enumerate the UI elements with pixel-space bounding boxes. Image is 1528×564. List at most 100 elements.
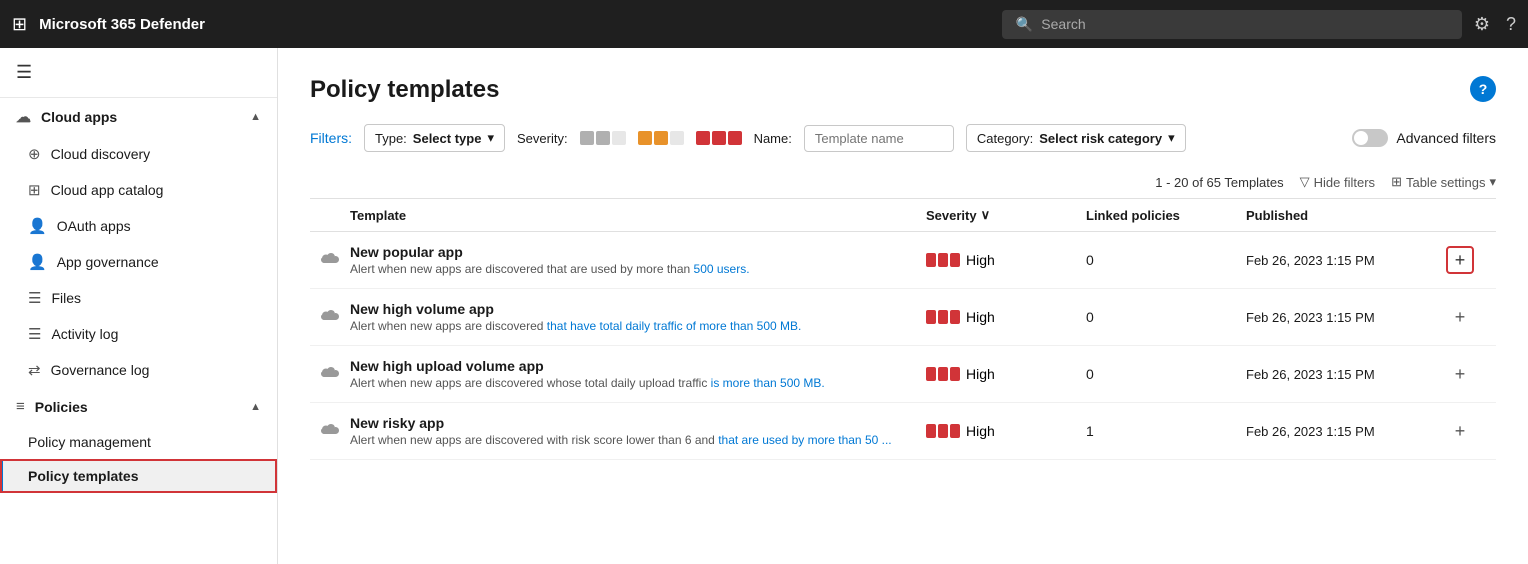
activity-log-icon: ☰ bbox=[28, 325, 41, 343]
sidebar-policies-header[interactable]: ≡ Policies ▲ bbox=[0, 388, 277, 425]
sidebar-item-cloud-discovery[interactable]: ⊕ Cloud discovery bbox=[0, 136, 277, 172]
severity-label: High bbox=[966, 423, 995, 439]
table-count: 1 - 20 of 65 Templates bbox=[1155, 175, 1283, 190]
chevron-down-table: ▾ bbox=[1489, 174, 1496, 190]
sidebar-item-policy-templates[interactable]: Policy templates bbox=[0, 459, 277, 493]
severity-filter-label: Severity: bbox=[517, 131, 568, 146]
row-content: New risky app Alert when new apps are di… bbox=[350, 415, 926, 447]
files-icon: ☰ bbox=[28, 289, 41, 307]
type-filter-value: Select type bbox=[413, 131, 482, 146]
sidebar-cloud-apps-header[interactable]: ☁ Cloud apps ▲ bbox=[0, 98, 277, 136]
published-cell: Feb 26, 2023 1:15 PM bbox=[1246, 424, 1446, 439]
search-input[interactable] bbox=[1041, 16, 1448, 32]
table-controls: 1 - 20 of 65 Templates ▽ Hide filters ⊞ … bbox=[310, 164, 1496, 199]
table-row: New risky app Alert when new apps are di… bbox=[310, 403, 1496, 460]
sev-bar-3 bbox=[950, 424, 960, 438]
hide-filters-label: Hide filters bbox=[1314, 175, 1375, 190]
severity-label: High bbox=[966, 309, 995, 325]
severity-dot-8 bbox=[712, 131, 726, 145]
sidebar-item-activity-log[interactable]: ☰ Activity log bbox=[0, 316, 277, 352]
sidebar-item-label: Policy templates bbox=[28, 468, 139, 484]
type-filter-label: Type: bbox=[375, 131, 407, 146]
col-published-header: Published bbox=[1246, 207, 1446, 223]
sidebar-policies-label: Policies bbox=[35, 399, 88, 415]
sidebar-item-label: Activity log bbox=[51, 326, 118, 342]
name-filter-label: Name: bbox=[754, 131, 792, 146]
row-icon bbox=[310, 251, 350, 269]
sidebar-item-label: OAuth apps bbox=[57, 218, 131, 234]
severity-cell: High bbox=[926, 252, 1086, 268]
severity-icon bbox=[926, 424, 960, 438]
category-filter-value: Select risk category bbox=[1039, 131, 1162, 146]
page-title: Policy templates bbox=[310, 76, 1496, 104]
col-published-label: Published bbox=[1246, 208, 1308, 223]
sidebar-item-app-governance[interactable]: 👤 App governance bbox=[0, 244, 277, 280]
sev-bar-2 bbox=[938, 310, 948, 324]
add-template-btn[interactable]: + bbox=[1446, 417, 1474, 445]
severity-icon bbox=[926, 310, 960, 324]
row-desc-link[interactable]: that are used by more than 50 ... bbox=[718, 433, 891, 447]
hide-filters-btn[interactable]: ▽ Hide filters bbox=[1300, 174, 1375, 190]
row-content: New popular app Alert when new apps are … bbox=[350, 244, 926, 276]
severity-dot-5 bbox=[654, 131, 668, 145]
sidebar-item-oauth-apps[interactable]: 👤 OAuth apps bbox=[0, 208, 277, 244]
linked-policies-cell: 0 bbox=[1086, 252, 1246, 268]
severity-dots-high[interactable] bbox=[696, 131, 742, 145]
col-severity-header[interactable]: Severity ∨ bbox=[926, 207, 1086, 223]
chevron-down-category: ▾ bbox=[1168, 130, 1175, 146]
grid-icon[interactable]: ⊞ bbox=[12, 14, 27, 35]
sidebar-item-label: Policy management bbox=[28, 434, 151, 450]
sev-bar-1 bbox=[926, 424, 936, 438]
col-template-label: Template bbox=[350, 208, 406, 223]
sidebar-menu-btn[interactable]: ☰ bbox=[0, 48, 277, 98]
search-bar[interactable]: 🔍 bbox=[1002, 10, 1462, 39]
severity-icon bbox=[926, 253, 960, 267]
cloud-apps-icon: ☁ bbox=[16, 108, 31, 126]
table-settings-btn[interactable]: ⊞ Table settings ▾ bbox=[1391, 174, 1496, 190]
sev-bar-1 bbox=[926, 253, 936, 267]
chevron-up-icon-2: ▲ bbox=[250, 401, 261, 413]
row-desc-link[interactable]: 500 users. bbox=[694, 262, 750, 276]
severity-dots-medium[interactable] bbox=[638, 131, 684, 145]
add-template-btn[interactable]: + bbox=[1446, 246, 1474, 274]
main-content: Policy templates ? Filters: Type: Select… bbox=[278, 48, 1528, 564]
category-filter-btn[interactable]: Category: Select risk category ▾ bbox=[966, 124, 1186, 152]
sidebar-cloud-apps-label: Cloud apps bbox=[41, 109, 117, 125]
sev-bar-3 bbox=[950, 253, 960, 267]
table-row: New popular app Alert when new apps are … bbox=[310, 232, 1496, 289]
type-filter-btn[interactable]: Type: Select type ▾ bbox=[364, 124, 505, 152]
row-desc-link[interactable]: is more than 500 MB. bbox=[711, 376, 825, 390]
sidebar-item-label: Cloud app catalog bbox=[51, 182, 164, 198]
table-settings-icon: ⊞ bbox=[1391, 174, 1402, 190]
row-name: New high upload volume app bbox=[350, 358, 926, 374]
cloud-app-catalog-icon: ⊞ bbox=[28, 181, 41, 199]
row-name: New risky app bbox=[350, 415, 926, 431]
sidebar-item-label: Governance log bbox=[51, 362, 150, 378]
row-desc: Alert when new apps are discovered that … bbox=[350, 262, 926, 276]
sev-bar-1 bbox=[926, 367, 936, 381]
severity-dots-low[interactable] bbox=[580, 131, 626, 145]
linked-policies-cell: 0 bbox=[1086, 309, 1246, 325]
row-desc: Alert when new apps are discovered whose… bbox=[350, 376, 926, 390]
row-desc: Alert when new apps are discovered that … bbox=[350, 319, 926, 333]
sidebar-item-cloud-app-catalog[interactable]: ⊞ Cloud app catalog bbox=[0, 172, 277, 208]
add-template-btn[interactable]: + bbox=[1446, 360, 1474, 388]
add-template-btn[interactable]: + bbox=[1446, 303, 1474, 331]
sidebar-item-governance-log[interactable]: ⇄ Governance log bbox=[0, 352, 277, 388]
sidebar-item-policy-management[interactable]: Policy management bbox=[0, 425, 277, 459]
settings-icon[interactable]: ⚙ bbox=[1474, 14, 1490, 35]
filter-icon: ▽ bbox=[1300, 174, 1310, 190]
table-row: New high volume app Alert when new apps … bbox=[310, 289, 1496, 346]
help-icon[interactable]: ? bbox=[1506, 14, 1516, 35]
table-settings-label: Table settings bbox=[1406, 175, 1486, 190]
name-filter-input[interactable] bbox=[804, 125, 954, 152]
row-icon bbox=[310, 365, 350, 383]
row-desc-link[interactable]: that have total daily traffic of more th… bbox=[547, 319, 802, 333]
col-linked-header: Linked policies bbox=[1086, 207, 1246, 223]
sev-bar-1 bbox=[926, 310, 936, 324]
chevron-down-type: ▾ bbox=[487, 130, 494, 146]
sidebar-item-files[interactable]: ☰ Files bbox=[0, 280, 277, 316]
advanced-filters-toggle[interactable] bbox=[1352, 129, 1388, 147]
severity-cell: High bbox=[926, 309, 1086, 325]
help-circle-btn[interactable]: ? bbox=[1470, 76, 1496, 102]
